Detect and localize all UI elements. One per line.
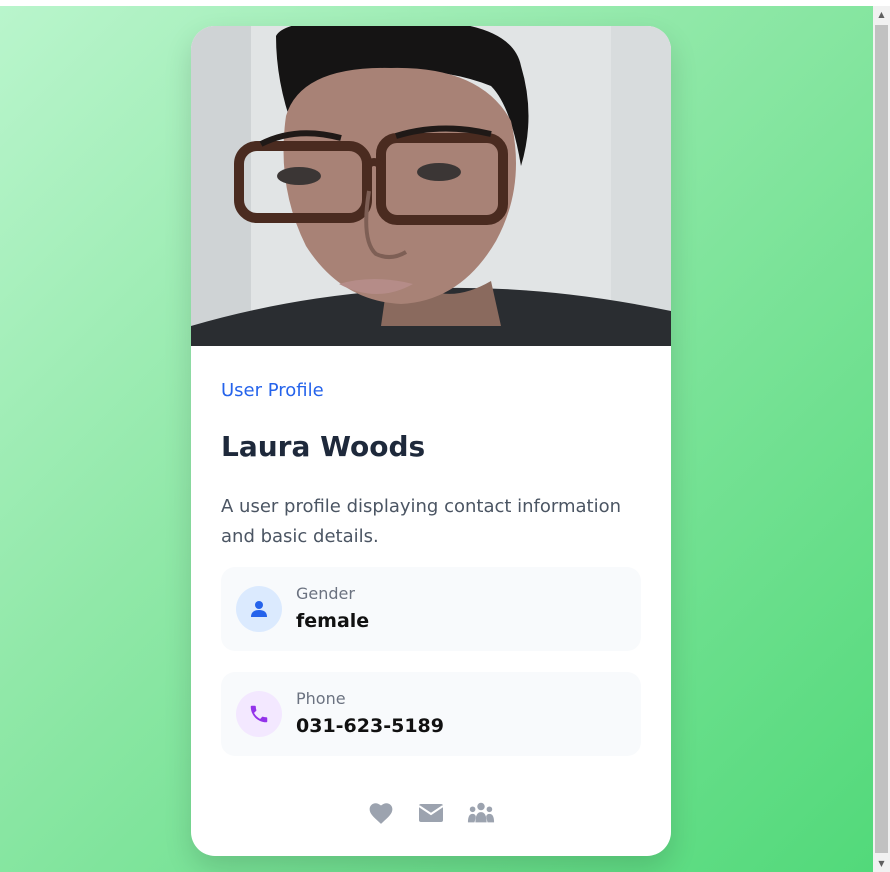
envelope-icon[interactable] <box>417 799 445 827</box>
user-icon <box>236 586 282 632</box>
phone-value: 031-623-5189 <box>296 715 444 737</box>
profile-card: User Profile Laura Woods A user profile … <box>191 26 671 856</box>
scroll-down-arrow-icon[interactable]: ▼ <box>873 855 890 872</box>
profile-description: A user profile displaying contact inform… <box>221 496 622 547</box>
heart-icon[interactable] <box>367 799 395 827</box>
gender-info-row: Gender female <box>221 567 641 651</box>
gender-value: female <box>296 610 370 632</box>
page-background: User Profile Laura Woods A user profile … <box>0 6 873 872</box>
scroll-up-arrow-icon[interactable]: ▲ <box>873 6 890 23</box>
scrollbar-thumb[interactable] <box>875 25 888 853</box>
action-bar <box>191 798 671 828</box>
vertical-scrollbar[interactable]: ▲ ▼ <box>873 6 890 872</box>
phone-icon <box>236 691 282 737</box>
gender-label: Gender <box>296 584 355 603</box>
profile-photo <box>191 26 671 346</box>
profile-eyebrow: User Profile <box>221 380 324 401</box>
users-icon[interactable] <box>467 799 495 827</box>
phone-label: Phone <box>296 689 346 708</box>
profile-name: Laura Woods <box>221 430 426 463</box>
phone-info-row: Phone 031-623-5189 <box>221 672 641 756</box>
